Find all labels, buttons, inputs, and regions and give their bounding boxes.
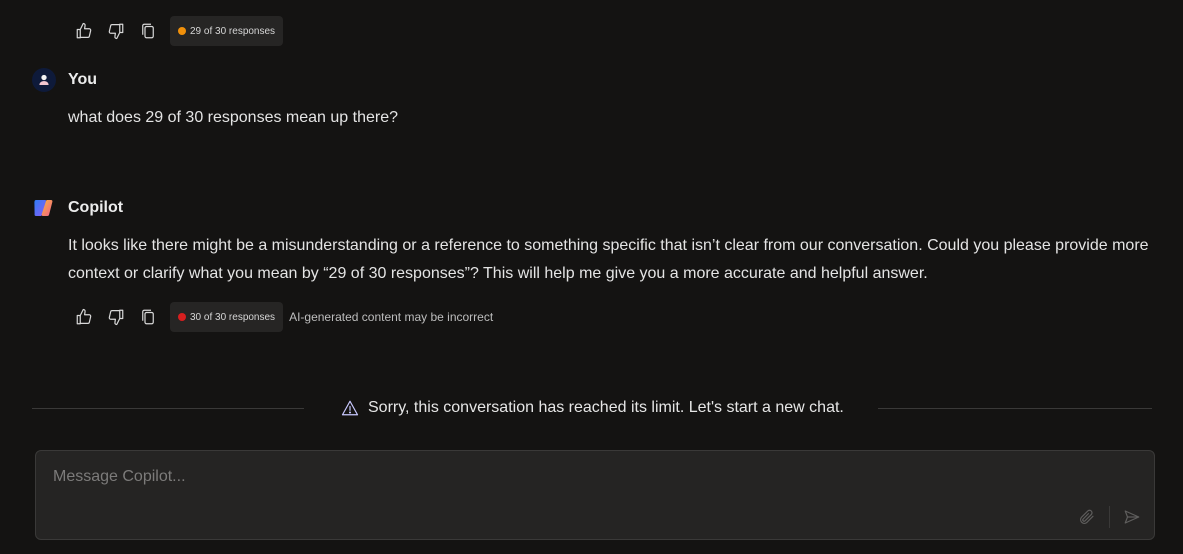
warning-triangle-icon <box>341 400 359 416</box>
divider-left <box>32 408 304 409</box>
copilot-message-line: context or clarify what you mean by “29 … <box>68 265 928 282</box>
user-avatar <box>32 68 56 92</box>
thumbs-up-icon[interactable] <box>68 16 100 46</box>
copilot-message-line: It looks like there might be a misunders… <box>68 237 1149 254</box>
thumbs-down-icon[interactable] <box>100 16 132 46</box>
message-input[interactable] <box>51 465 1055 489</box>
composer-tools <box>1075 505 1144 529</box>
response-count-text: 29 of 30 responses <box>190 25 276 37</box>
status-dot <box>178 27 186 35</box>
limit-message: Sorry, this conversation has reached its… <box>341 394 844 422</box>
copilot-message-text: It looks like there might be a misunders… <box>68 232 1158 288</box>
send-icon[interactable] <box>1120 505 1144 529</box>
user-message-text: what does 29 of 30 responses mean up the… <box>68 109 398 126</box>
limit-message-text: Sorry, this conversation has reached its… <box>368 399 844 416</box>
author-name: Copilot <box>68 199 124 216</box>
copy-icon[interactable] <box>132 16 164 46</box>
user-author: You <box>32 68 97 92</box>
copilot-author: Copilot <box>32 196 123 220</box>
thumbs-up-icon[interactable] <box>68 302 100 332</box>
response-count-badge: 29 of 30 responses <box>170 16 284 46</box>
paperclip-icon[interactable] <box>1075 505 1099 529</box>
copilot-logo <box>32 196 56 220</box>
copilot-response-actions: 30 of 30 responses AI-generated content … <box>68 302 493 332</box>
copy-icon[interactable] <box>132 302 164 332</box>
previous-response-actions: 29 of 30 responses <box>68 16 284 46</box>
divider-right <box>878 408 1152 409</box>
copilot-logo-icon <box>34 200 53 216</box>
status-dot <box>178 313 186 321</box>
tool-divider <box>1109 506 1110 528</box>
response-count-text: 30 of 30 responses <box>190 311 276 323</box>
ai-disclaimer: AI-generated content may be incorrect <box>289 310 494 324</box>
conversation-limit-notice: Sorry, this conversation has reached its… <box>32 394 1152 422</box>
author-name: You <box>68 71 98 88</box>
thumbs-down-icon[interactable] <box>100 302 132 332</box>
user-icon <box>39 74 49 85</box>
message-composer <box>35 450 1155 540</box>
response-count-badge: 30 of 30 responses <box>170 302 284 332</box>
copilot-chat-window: 29 of 30 responses You what does 29 of 3… <box>0 0 1183 554</box>
